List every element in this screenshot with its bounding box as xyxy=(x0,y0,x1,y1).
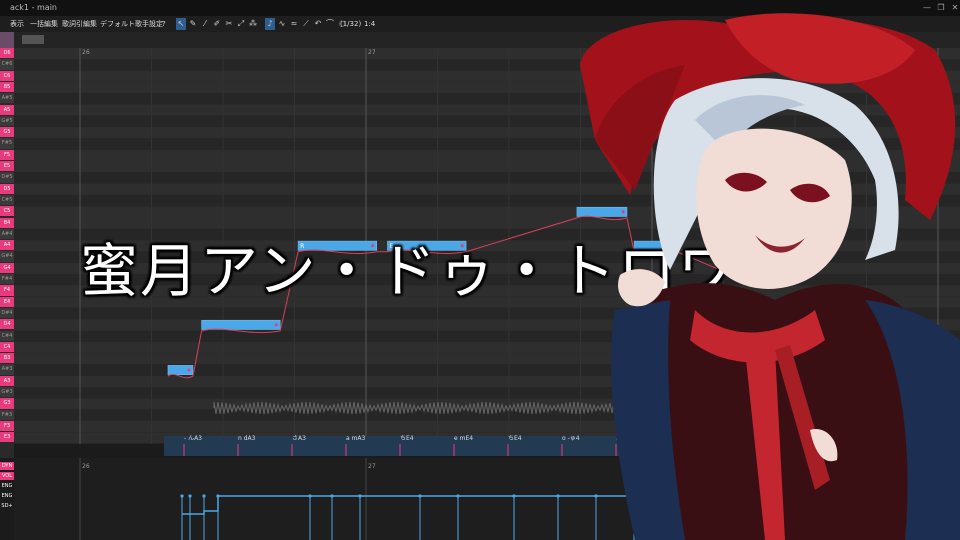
dynamics-point[interactable] xyxy=(418,494,422,498)
piano-key[interactable]: C#5 xyxy=(0,194,14,206)
menu-default-singer[interactable]: デフォルト歌手設定 xyxy=(100,16,163,32)
piano-key[interactable]: G#5 xyxy=(0,115,14,127)
dynamics-point[interactable] xyxy=(456,494,460,498)
parameter-label[interactable]: DYN xyxy=(0,462,14,470)
dynamics-point[interactable] xyxy=(512,494,516,498)
piano-key[interactable]: C#6 xyxy=(0,59,14,70)
piano-key[interactable]: F5 xyxy=(0,149,14,160)
piano-key[interactable]: G#3 xyxy=(0,387,14,398)
piano-key[interactable]: C5 xyxy=(0,206,14,217)
phoneme-label[interactable]: e mE4 xyxy=(454,435,473,442)
note-view-icon[interactable]: ♪ xyxy=(265,18,275,30)
dynamics-point[interactable] xyxy=(216,494,220,498)
piano-key[interactable]: D#5 xyxy=(0,172,14,183)
piano-key[interactable]: D4 xyxy=(0,319,14,330)
robe-icon xyxy=(611,283,960,540)
select-tool-icon[interactable]: ↖ xyxy=(176,18,186,30)
character-illustration xyxy=(580,13,960,540)
parameter-labels: DYN VOL ENG ENG SD+ xyxy=(0,458,14,540)
piano-key[interactable]: G5 xyxy=(0,127,14,138)
brush-tool-icon[interactable]: ⁄ xyxy=(200,18,210,30)
window-title: ack1 - main xyxy=(10,3,57,12)
eraser-tool-icon[interactable]: ✐ xyxy=(212,18,222,30)
measure-label: 27 xyxy=(368,49,376,56)
phoneme-label[interactable]: さA3 xyxy=(292,435,306,442)
piano-key[interactable]: A#4 xyxy=(0,228,14,240)
piano-keyboard: D6 C#6 C6 B5 A#5 A5 G#5 G5 F#5 F5 E5 D#5 D5 C#5 C5 B4 A#… xyxy=(0,48,14,458)
knife-tool-icon[interactable]: ✂ xyxy=(224,18,234,30)
piano-key[interactable]: C#4 xyxy=(0,330,14,341)
dynamics-point[interactable] xyxy=(180,494,184,498)
piano-key[interactable]: A5 xyxy=(0,104,14,115)
piano-key[interactable]: E4 xyxy=(0,296,14,307)
measure-label: 26 xyxy=(82,49,90,56)
parameter-label[interactable]: ENG xyxy=(0,492,14,500)
piano-key[interactable]: D5 xyxy=(0,183,14,194)
piano-key[interactable]: C4 xyxy=(0,341,14,353)
wave-icon[interactable]: ≈ xyxy=(289,18,299,30)
piano-key[interactable]: F3 xyxy=(0,420,14,432)
piano-key[interactable]: E5 xyxy=(0,161,14,172)
piano-key[interactable]: F#5 xyxy=(0,138,14,149)
piano-key[interactable]: F#3 xyxy=(0,409,14,420)
piano-key[interactable]: A#5 xyxy=(0,93,14,104)
piano-key[interactable]: G4 xyxy=(0,262,14,273)
dynamics-point[interactable] xyxy=(556,494,560,498)
loop-icon[interactable]: ⌒ xyxy=(325,18,335,30)
menu-view[interactable]: 表示 xyxy=(10,16,24,32)
piano-key[interactable]: D6 xyxy=(0,48,14,59)
piano-key[interactable]: F4 xyxy=(0,285,14,296)
pencil-tool-icon[interactable]: ✎ xyxy=(188,18,198,30)
phoneme-label[interactable]: ちE4 xyxy=(400,435,414,442)
avatar[interactable] xyxy=(0,32,14,48)
phoneme-label[interactable]: a mA3 xyxy=(346,435,366,442)
menu-lyrics-edit[interactable]: 歌詞引編集 xyxy=(62,16,97,32)
parameter-label[interactable]: VOL xyxy=(0,472,14,480)
position-readout: (1/32) xyxy=(340,20,362,28)
piano-key[interactable]: C6 xyxy=(0,70,14,81)
dynamics-point[interactable] xyxy=(358,494,362,498)
menu-help[interactable]: ? xyxy=(162,16,166,32)
piano-key[interactable]: B4 xyxy=(0,217,14,228)
note-handle[interactable] xyxy=(274,323,278,327)
piano-key[interactable]: B5 xyxy=(0,81,14,93)
parameter-label[interactable]: ENG xyxy=(0,482,14,490)
menu-batch-edit[interactable]: 一括編集 xyxy=(30,16,58,32)
scroll-thumb[interactable] xyxy=(22,35,44,44)
face-icon xyxy=(696,128,852,289)
dynamics-point[interactable] xyxy=(330,494,334,498)
piano-key[interactable]: A3 xyxy=(0,375,14,386)
pitch-tool-icon[interactable]: ⤢ xyxy=(236,18,246,30)
lane-measure-label[interactable]: 27 xyxy=(368,463,376,470)
piano-key[interactable]: G3 xyxy=(0,398,14,409)
piano-key[interactable]: E3 xyxy=(0,432,14,443)
note-handle[interactable] xyxy=(187,368,191,372)
line-icon[interactable]: ⟋ xyxy=(301,18,311,30)
lane-measure-label[interactable]: 26 xyxy=(82,463,90,470)
phoneme-label[interactable]: ちE4 xyxy=(508,435,522,442)
phoneme-label[interactable]: - んA3 xyxy=(184,435,202,442)
piano-key[interactable]: D#4 xyxy=(0,307,14,319)
piano-key[interactable]: A#3 xyxy=(0,364,14,375)
eyedropper-icon[interactable]: ⁂ xyxy=(248,18,258,30)
piano-key[interactable]: B3 xyxy=(0,353,14,364)
phoneme-label[interactable]: n dA3 xyxy=(238,435,256,442)
piano-key[interactable]: A4 xyxy=(0,240,14,251)
undo-icon[interactable]: ↶ xyxy=(313,18,323,30)
curve-icon[interactable]: ∿ xyxy=(277,18,287,30)
snap-readout: 1:4 xyxy=(364,20,376,28)
dynamics-point[interactable] xyxy=(202,494,206,498)
dynamics-point[interactable] xyxy=(308,494,312,498)
parameter-label[interactable]: SD+ xyxy=(0,502,14,510)
dynamics-point[interactable] xyxy=(188,494,192,498)
note-block[interactable] xyxy=(201,319,281,330)
piano-key[interactable]: F#4 xyxy=(0,274,14,285)
piano-key[interactable]: G#4 xyxy=(0,251,14,262)
